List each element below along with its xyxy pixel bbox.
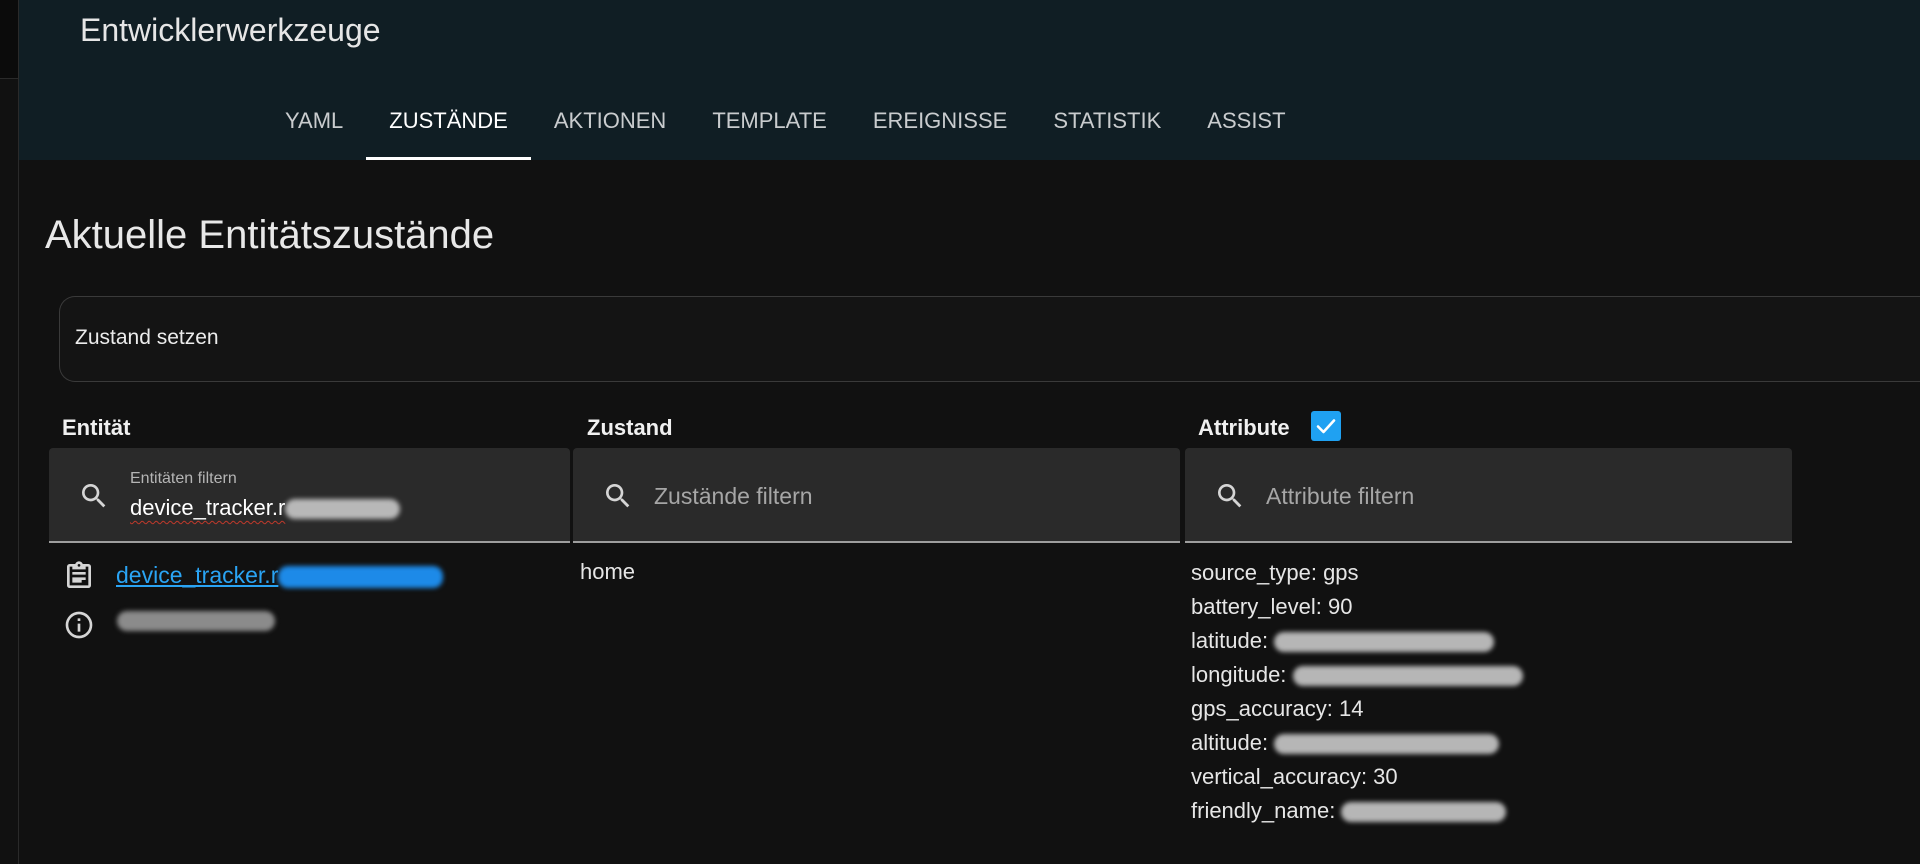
state-filter-input[interactable]: Zustände filtern (573, 448, 1180, 543)
tab-assist[interactable]: ASSIST (1184, 100, 1308, 160)
sidebar-top-block (0, 0, 18, 79)
set-state-expander[interactable]: Zustand setzen (59, 296, 1920, 382)
redacted-text (278, 565, 444, 588)
attribute-friendly-name: friendly_name: (1191, 794, 1523, 828)
redacted-text (1274, 632, 1495, 653)
show-attributes-checkbox[interactable] (1311, 411, 1341, 441)
sidebar-strip (0, 0, 19, 864)
entity-filter-label: Entitäten filtern (130, 470, 237, 487)
information-outline-icon[interactable] (63, 609, 95, 641)
page-heading: Aktuelle Entitätszustände (45, 213, 495, 257)
entity-filter-value: device_tracker.r (130, 495, 401, 521)
redacted-text (117, 611, 275, 631)
redacted-text (1274, 734, 1500, 755)
state-filter-placeholder: Zustände filtern (654, 483, 813, 509)
attribute-vertical-accuracy: vertical_accuracy: 30 (1191, 764, 1398, 789)
check-icon (1316, 419, 1336, 434)
attribute-source-type: source_type: gps (1191, 560, 1359, 585)
entity-filter-input[interactable]: Entitäten filtern device_tracker.r (49, 448, 570, 543)
magnify-icon (602, 480, 634, 517)
redacted-text (1292, 666, 1523, 687)
attribute-gps-accuracy: gps_accuracy: 14 (1191, 696, 1364, 721)
entity-attributes: source_type: gps battery_level: 90 latit… (1191, 556, 1523, 828)
tab-bar: YAML ZUSTÄNDE AKTIONEN TEMPLATE EREIGNIS… (262, 100, 1309, 160)
tab-statistics[interactable]: STATISTIK (1030, 100, 1184, 160)
app-title: Entwicklerwerkzeuge (80, 12, 381, 48)
magnify-icon (1214, 480, 1246, 517)
tab-states[interactable]: ZUSTÄNDE (366, 100, 531, 160)
app-header: Entwicklerwerkzeuge YAML ZUSTÄNDE AKTION… (19, 0, 1920, 160)
column-header-entity: Entität (62, 415, 131, 440)
attribute-latitude: latitude: (1191, 624, 1523, 658)
set-state-label: Zustand setzen (75, 326, 219, 349)
column-header-state: Zustand (587, 415, 673, 440)
column-header-attributes: Attribute (1198, 415, 1290, 440)
tab-template[interactable]: TEMPLATE (689, 100, 850, 160)
clipboard-text-icon[interactable] (63, 560, 95, 592)
tab-events[interactable]: EREIGNISSE (850, 100, 1030, 160)
entity-id-link[interactable]: device_tracker.r (116, 562, 444, 589)
tab-actions[interactable]: AKTIONEN (531, 100, 689, 160)
attribute-longitude: longitude: (1191, 658, 1523, 692)
magnify-icon (78, 480, 110, 517)
redacted-text (285, 499, 401, 520)
attribute-altitude: altitude: (1191, 726, 1523, 760)
entity-state-value: home (580, 559, 636, 584)
tab-yaml[interactable]: YAML (262, 100, 366, 160)
attribute-filter-input[interactable]: Attribute filtern (1185, 448, 1792, 543)
attribute-battery-level: battery_level: 90 (1191, 594, 1353, 619)
redacted-text (1341, 802, 1507, 823)
attribute-filter-placeholder: Attribute filtern (1266, 483, 1415, 509)
entity-friendly-name (117, 611, 275, 631)
